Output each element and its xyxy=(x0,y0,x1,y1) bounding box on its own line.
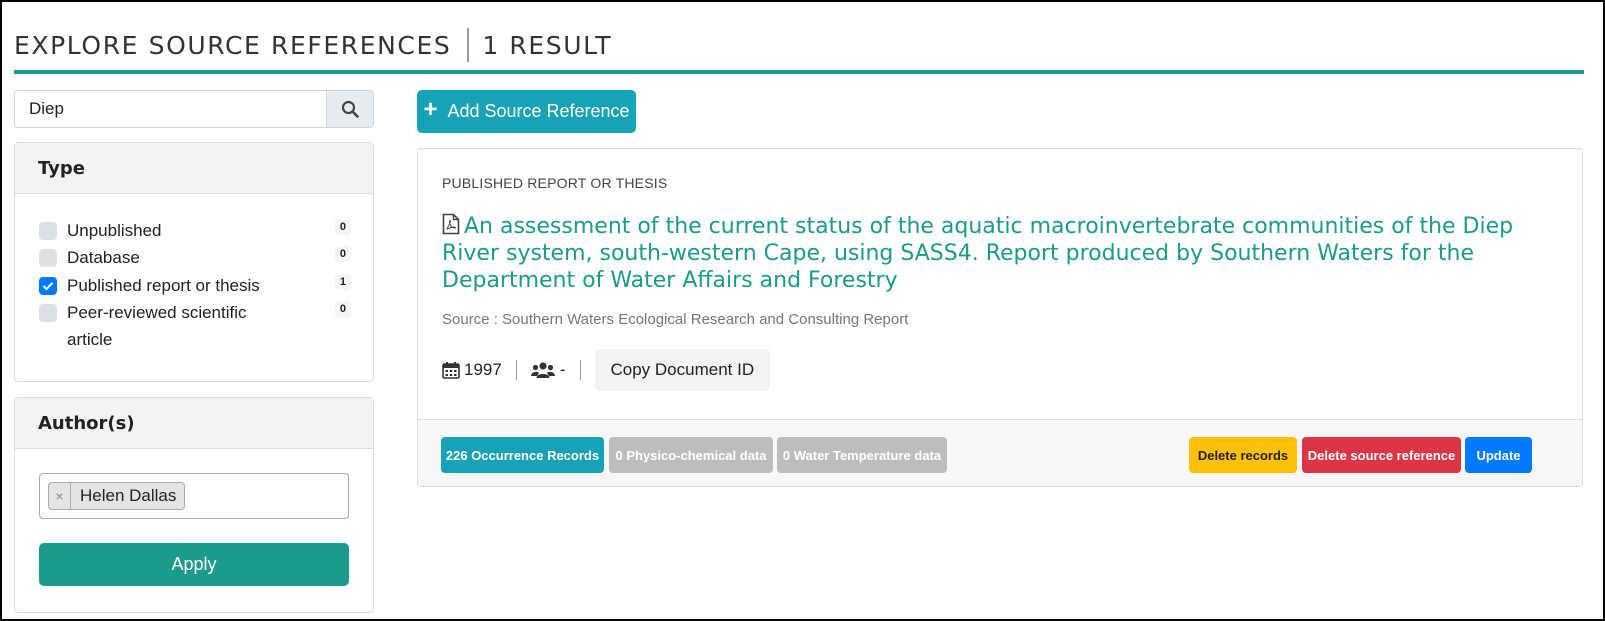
reference-meta: 1997 - Copy Document ID xyxy=(442,349,771,391)
reference-authors: - xyxy=(559,360,566,379)
copy-document-id-button[interactable]: Copy Document ID xyxy=(594,349,771,391)
type-option-published-report[interactable]: Published report or thesis 1 xyxy=(39,274,351,299)
delete-records-button[interactable]: Delete records xyxy=(1189,437,1297,473)
option-label: Database xyxy=(67,248,140,267)
author-select[interactable]: × Helen Dallas xyxy=(39,473,349,519)
author-filter-heading: Author(s) xyxy=(15,398,373,449)
search-bar xyxy=(14,90,374,128)
apply-button[interactable]: Apply xyxy=(39,543,349,586)
add-source-reference-label: Add Source Reference xyxy=(447,101,630,121)
meta-divider xyxy=(579,360,581,380)
header-underline xyxy=(14,70,1584,74)
calendar-icon xyxy=(442,362,460,379)
option-label: Peer-reviewed scientific article xyxy=(67,303,247,349)
title-divider xyxy=(467,28,470,62)
pdf-icon xyxy=(442,213,460,235)
page-header: EXPLORE SOURCE REFERENCES 1 RESULT xyxy=(14,28,612,62)
search-input[interactable] xyxy=(15,91,326,127)
reference-title: An assessment of the current status of t… xyxy=(442,214,1514,293)
search-icon xyxy=(341,100,359,118)
physico-chemical-data-button[interactable]: 0 Physico-chemical data xyxy=(609,437,773,473)
type-option-unpublished[interactable]: Unpublished 0 xyxy=(39,219,351,244)
screenshot-frame: EXPLORE SOURCE REFERENCES 1 RESULT Type … xyxy=(0,0,1605,621)
meta-divider xyxy=(515,360,517,380)
option-count: 0 xyxy=(334,246,351,262)
remove-author-icon[interactable]: × xyxy=(49,483,71,509)
card-footer: 226 Occurrence Records 0 Physico-chemica… xyxy=(418,419,1582,486)
author-tag: × Helen Dallas xyxy=(48,482,186,510)
reference-year: 1997 xyxy=(464,360,502,379)
checkbox[interactable] xyxy=(39,304,57,322)
checkbox[interactable] xyxy=(39,222,57,240)
author-filter-panel: Author(s) × Helen Dallas Apply xyxy=(14,397,374,613)
option-count: 1 xyxy=(334,274,351,290)
option-label: Unpublished xyxy=(67,221,162,240)
users-icon xyxy=(530,362,555,378)
search-button[interactable] xyxy=(326,91,373,127)
reference-title-link[interactable]: An assessment of the current status of t… xyxy=(442,213,1522,294)
reference-type: PUBLISHED REPORT OR THESIS xyxy=(442,175,668,191)
option-count: 0 xyxy=(334,301,351,317)
page-title: EXPLORE SOURCE REFERENCES xyxy=(14,30,452,60)
occurrence-records-button[interactable]: 226 Occurrence Records xyxy=(441,437,604,473)
checkmark-icon xyxy=(42,282,54,291)
option-count: 0 xyxy=(334,219,351,235)
author-name: Helen Dallas xyxy=(80,486,177,505)
checkbox[interactable] xyxy=(39,249,57,267)
option-label: Published report or thesis xyxy=(67,276,260,295)
type-filter-panel: Type Unpublished 0 Database 0 Published … xyxy=(14,142,374,382)
delete-source-reference-button[interactable]: Delete source reference xyxy=(1302,437,1461,473)
reference-source: Source : Southern Waters Ecological Rese… xyxy=(442,311,909,328)
type-option-database[interactable]: Database 0 xyxy=(39,246,351,271)
type-option-peer-reviewed[interactable]: Peer-reviewed scientific article 0 xyxy=(39,301,351,353)
result-count: 1 RESULT xyxy=(482,30,613,60)
result-card: PUBLISHED REPORT OR THESIS An assessment… xyxy=(417,148,1583,487)
add-source-reference-button[interactable]: + Add Source Reference xyxy=(417,90,636,133)
checkbox-checked[interactable] xyxy=(39,277,57,295)
update-button[interactable]: Update xyxy=(1465,437,1532,473)
water-temperature-data-button[interactable]: 0 Water Temperature data xyxy=(777,437,947,473)
type-filter-heading: Type xyxy=(15,143,373,194)
plus-icon: + xyxy=(423,96,438,123)
